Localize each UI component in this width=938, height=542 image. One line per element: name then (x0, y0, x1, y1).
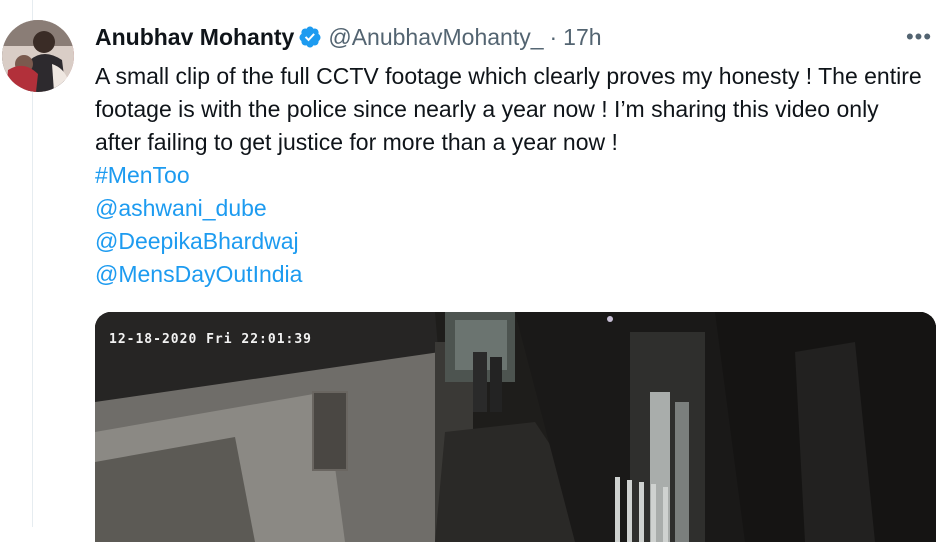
mention-link[interactable]: @ashwani_dube (95, 192, 925, 225)
avatar-image (2, 20, 74, 92)
separator-dot: · (549, 23, 558, 50)
video-media[interactable]: 12-18-2020 Fri 22:01:39 (95, 312, 936, 542)
verified-badge-icon (298, 25, 322, 49)
tweet-body: A small clip of the full CCTV footage wh… (95, 60, 925, 291)
author-display-name[interactable]: Anubhav Mohanty (95, 24, 294, 51)
tweet-header: Anubhav Mohanty @AnubhavMohanty_ · 17h (95, 22, 602, 52)
hashtag-link[interactable]: #MenToo (95, 159, 925, 192)
avatar[interactable] (2, 20, 74, 92)
mention-link[interactable]: @DeepikaBhardwaj (95, 225, 925, 258)
mention-link[interactable]: @MensDayOutIndia (95, 258, 925, 291)
tweet-timestamp[interactable]: 17h (563, 24, 601, 51)
more-horizontal-icon[interactable]: ••• (904, 22, 934, 52)
tweet-text: A small clip of the full CCTV footage wh… (95, 63, 922, 155)
author-handle[interactable]: @AnubhavMohanty_ (328, 24, 543, 51)
cctv-timestamp: 12-18-2020 Fri 22:01:39 (109, 332, 313, 347)
